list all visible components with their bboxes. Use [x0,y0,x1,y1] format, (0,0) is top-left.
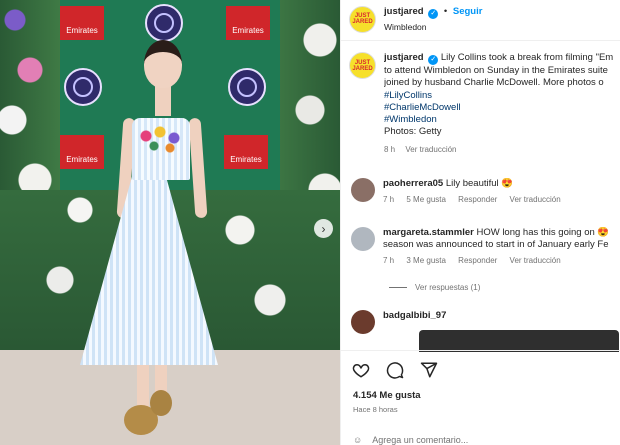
comment-username[interactable]: badgalbibi_97 [383,310,446,321]
hashtag-link[interactable]: #Wimbledon [384,114,620,126]
caption-line: Lily Collins took a break from filming "… [440,52,614,63]
add-comment-row[interactable]: ☺ Agrega un comentario... [353,435,468,445]
post-caption: JUST JARED justjared ✓ Lily Collins took… [349,52,620,156]
comment-likes[interactable]: 5 Me gusta [406,195,446,204]
avatar[interactable]: JUST JARED [349,52,376,79]
caption-line: joined by husband Charlie McDowell. More… [384,77,604,89]
comment-time[interactable]: 7 h [383,256,394,265]
person-leg [137,360,149,410]
caption-time[interactable]: 8 h [384,145,395,154]
emoji-icon[interactable]: ☺ [353,435,362,445]
post-image[interactable]: Emirates Emirates Emirates Emirates › [0,0,340,445]
divider [341,350,620,351]
hashtag-link[interactable]: #CharlieMcDowell [384,102,620,114]
emirates-logo: Emirates [226,6,270,40]
see-translation-link[interactable]: Ver traducción [510,256,561,265]
post-username[interactable]: justjared [384,6,424,17]
emirates-logo: Emirates [224,135,268,169]
avatar[interactable] [351,178,375,202]
reply-button[interactable]: Responder [458,256,497,265]
verified-badge-icon: ✓ [428,9,439,19]
see-translation-link[interactable]: Ver traducción [510,195,561,204]
see-translation-link[interactable]: Ver traducción [405,145,456,154]
comment-text-continued: season was announced to start in of Janu… [383,239,609,250]
view-replies-button[interactable]: Ver respuestas (1) [389,283,480,292]
avatar-text: JUST JARED [352,59,373,72]
hashtag-link[interactable]: #LilyCollins [384,90,620,102]
emoji-icon: 😍 [501,178,514,189]
likes-count[interactable]: 4.154 Me gusta [353,390,421,401]
add-comment-input[interactable]: Agrega un comentario... [372,435,468,445]
comment-item: paoherrera05 Lily beautiful 😍 7 h 5 Me g… [351,178,620,204]
emirates-logo: Emirates [60,6,104,40]
post-location[interactable]: Wimbledon [384,22,482,32]
emirates-logo: Emirates [60,135,104,169]
carousel-next-button[interactable]: › [314,219,333,238]
comment-text: Lily beautiful [445,178,499,189]
replies-line [389,287,407,288]
wimbledon-logo [145,4,183,42]
chevron-right-icon: › [321,221,326,236]
comment-likes[interactable]: 3 Me gusta [406,256,446,265]
comment-username[interactable]: margareta.stammler [383,227,474,238]
post-time-ago: Hace 8 horas [353,405,398,414]
emoji-icon: 😍 [597,227,610,238]
separator-dot: • [443,6,448,17]
heart-icon[interactable] [351,360,371,380]
comment-time[interactable]: 7 h [383,195,394,204]
avatar[interactable] [351,310,375,334]
caption-username[interactable]: justjared [384,52,424,63]
post-side-panel: JUST JARED justjared ✓ • Seguir Wimbledo… [340,0,620,445]
post-header: JUST JARED justjared ✓ • Seguir Wimbledo… [349,5,620,33]
avatar-text: JUST JARED [352,13,373,25]
avatar[interactable] [351,227,375,251]
person-neck [155,86,171,116]
person-head [144,40,182,88]
comment-icon[interactable] [385,360,405,380]
divider [341,40,620,41]
floral-bodice [132,118,190,180]
follow-button[interactable]: Seguir [453,6,483,17]
comment-item: margareta.stammler HOW long has this goi… [351,227,620,265]
share-icon[interactable] [419,360,439,380]
comment-username[interactable]: paoherrera05 [383,178,443,189]
person-shoe [150,390,172,416]
comment-text: HOW long has this going on [476,227,595,238]
verified-badge-icon: ✓ [428,55,439,65]
action-bar [351,360,439,380]
caption-line: to attend Wimbledon on Sunday in the Emi… [384,65,608,76]
reply-button[interactable]: Responder [458,195,497,204]
view-replies-label: Ver respuestas (1) [415,283,481,292]
comment-image[interactable] [419,330,619,352]
avatar[interactable]: JUST JARED [349,5,376,33]
wimbledon-logo [228,68,266,106]
wimbledon-logo [64,68,102,106]
photo-credit: Photos: Getty [384,126,442,138]
